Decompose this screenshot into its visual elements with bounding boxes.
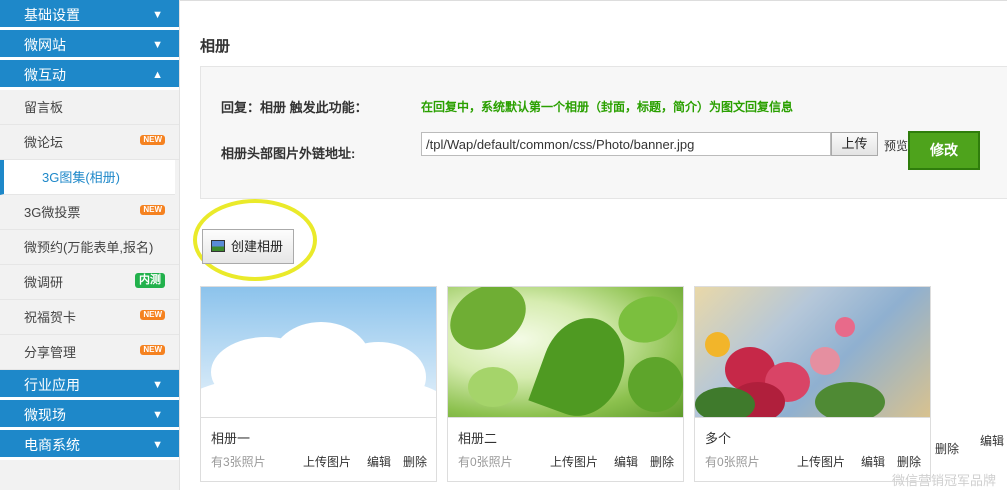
banner-url-input[interactable] bbox=[421, 132, 831, 156]
sidebar-item-greeting-card[interactable]: 祝福贺卡 NEW bbox=[0, 300, 179, 335]
delete-link[interactable]: 删除 bbox=[403, 453, 427, 470]
image-icon bbox=[211, 240, 225, 252]
sidebar-item-message-board[interactable]: 留言板 bbox=[0, 90, 179, 125]
album-name: 多个 bbox=[705, 431, 732, 446]
preview-link[interactable]: 预览 bbox=[884, 137, 908, 154]
sidebar-item-label: 3G图集(相册) bbox=[42, 170, 121, 185]
reply-trigger-label: 回复：相册 触发此功能： bbox=[221, 100, 368, 115]
delete-link[interactable]: 删除 bbox=[897, 453, 921, 470]
photo-count: 有3张照片 bbox=[211, 455, 266, 469]
upload-button[interactable]: 上传 bbox=[831, 132, 878, 156]
new-badge: NEW bbox=[140, 310, 165, 320]
sidebar-section-micro-site[interactable]: 微网站 ▼ bbox=[0, 30, 179, 60]
sidebar-section-live-scene[interactable]: 微现场 ▼ bbox=[0, 400, 179, 430]
chevron-down-icon: ▼ bbox=[152, 409, 163, 421]
reply-hint-text: 在回复中，系统默认第一个相册（封面，标题，简介）为图文回复信息 bbox=[421, 100, 794, 114]
sidebar-section-label: 基础设置 bbox=[24, 7, 80, 23]
sidebar-item-vote[interactable]: 3G微投票 NEW bbox=[0, 195, 179, 230]
sidebar-item-forum[interactable]: 微论坛 NEW bbox=[0, 125, 179, 160]
watermark-text: 微信营销冠军品牌 bbox=[892, 473, 997, 488]
green-leaves-image[interactable] bbox=[448, 287, 683, 418]
settings-panel: 回复：相册 触发此功能： 在回复中，系统默认第一个相册（封面，标题，简介）为图文… bbox=[200, 66, 1007, 199]
album-card[interactable]: 多个 有0张照片 上传图片 编辑 删除 bbox=[694, 286, 931, 482]
delete-link[interactable]: 删除 bbox=[935, 440, 959, 457]
sidebar-item-label: 微调研 bbox=[24, 275, 64, 290]
sidebar-item-label: 微论坛 bbox=[24, 135, 64, 150]
sky-clouds-image[interactable] bbox=[201, 287, 436, 418]
sidebar-item-share-manage[interactable]: 分享管理 NEW bbox=[0, 335, 179, 370]
sidebar-section-label: 微网站 bbox=[24, 37, 66, 53]
upload-photo-link[interactable]: 上传图片 bbox=[797, 453, 845, 470]
edit-link[interactable]: 编辑 bbox=[861, 453, 885, 470]
banner-url-label: 相册头部图片外链地址: bbox=[221, 146, 356, 161]
sidebar-section-label: 微互动 bbox=[24, 67, 66, 83]
sidebar-section-label: 电商系统 bbox=[24, 437, 80, 453]
sidebar-item-booking[interactable]: 微预约(万能表单,报名) bbox=[0, 230, 179, 265]
upload-photo-link[interactable]: 上传图片 bbox=[303, 453, 351, 470]
edit-link[interactable]: 编辑 bbox=[614, 453, 638, 470]
sidebar-item-label: 3G微投票 bbox=[24, 205, 81, 220]
sidebar-section-industry-apps[interactable]: 行业应用 ▼ bbox=[0, 370, 179, 400]
album-card[interactable]: 相册二 有0张照片 上传图片 编辑 删除 bbox=[447, 286, 684, 482]
upload-photo-link[interactable]: 上传图片 bbox=[550, 453, 598, 470]
flower-painting-image[interactable] bbox=[695, 287, 930, 418]
sidebar-item-label: 祝福贺卡 bbox=[24, 310, 77, 325]
album-name: 相册二 bbox=[458, 431, 498, 446]
sidebar-item-label: 分享管理 bbox=[24, 345, 77, 360]
top-divider bbox=[180, 0, 1007, 4]
chevron-down-icon: ▼ bbox=[152, 9, 163, 21]
sidebar-section-label: 微现场 bbox=[24, 407, 66, 423]
edit-link[interactable]: 编辑 bbox=[367, 453, 391, 470]
page-title: 相册 bbox=[200, 38, 231, 55]
edit-link[interactable]: 编辑 bbox=[980, 432, 1004, 449]
modify-button[interactable]: 修改 bbox=[908, 131, 980, 170]
album-name: 相册一 bbox=[211, 431, 251, 446]
photo-count: 有0张照片 bbox=[458, 455, 513, 469]
sidebar-item-label: 留言板 bbox=[24, 100, 64, 115]
sidebar-section-label: 行业应用 bbox=[24, 377, 80, 393]
new-badge: NEW bbox=[140, 345, 165, 355]
sidebar-item-photo-album[interactable]: 3G图集(相册) bbox=[0, 160, 175, 195]
delete-link[interactable]: 删除 bbox=[650, 453, 674, 470]
album-card[interactable]: 相册一 有3张照片 上传图片 编辑 删除 bbox=[200, 286, 437, 482]
new-badge: NEW bbox=[140, 135, 165, 145]
chevron-down-icon: ▼ bbox=[152, 379, 163, 391]
sidebar-section-micro-interact[interactable]: 微互动 ▲ bbox=[0, 60, 179, 90]
sidebar: 基础设置 ▼ 微网站 ▼ 微互动 ▲ 留言板 微论坛 NEW 3G图集(相册) … bbox=[0, 0, 180, 490]
sidebar-section-basic-settings[interactable]: 基础设置 ▼ bbox=[0, 0, 179, 30]
chevron-down-icon: ▼ bbox=[152, 39, 163, 51]
create-album-label: 创建相册 bbox=[231, 239, 284, 254]
create-album-button[interactable]: 创建相册 bbox=[202, 229, 294, 264]
photo-count: 有0张照片 bbox=[705, 455, 760, 469]
chevron-up-icon: ▲ bbox=[152, 69, 163, 81]
chevron-down-icon: ▼ bbox=[152, 439, 163, 451]
new-badge: NEW bbox=[140, 205, 165, 215]
sidebar-section-ecommerce[interactable]: 电商系统 ▼ bbox=[0, 430, 179, 460]
sidebar-item-label: 微预约(万能表单,报名) bbox=[24, 240, 154, 255]
beta-badge: 内测 bbox=[135, 273, 165, 288]
main-content: 相册 回复：相册 触发此功能： 在回复中，系统默认第一个相册（封面，标题，简介）… bbox=[180, 0, 1007, 490]
sidebar-item-survey[interactable]: 微调研 内测 bbox=[0, 265, 179, 300]
